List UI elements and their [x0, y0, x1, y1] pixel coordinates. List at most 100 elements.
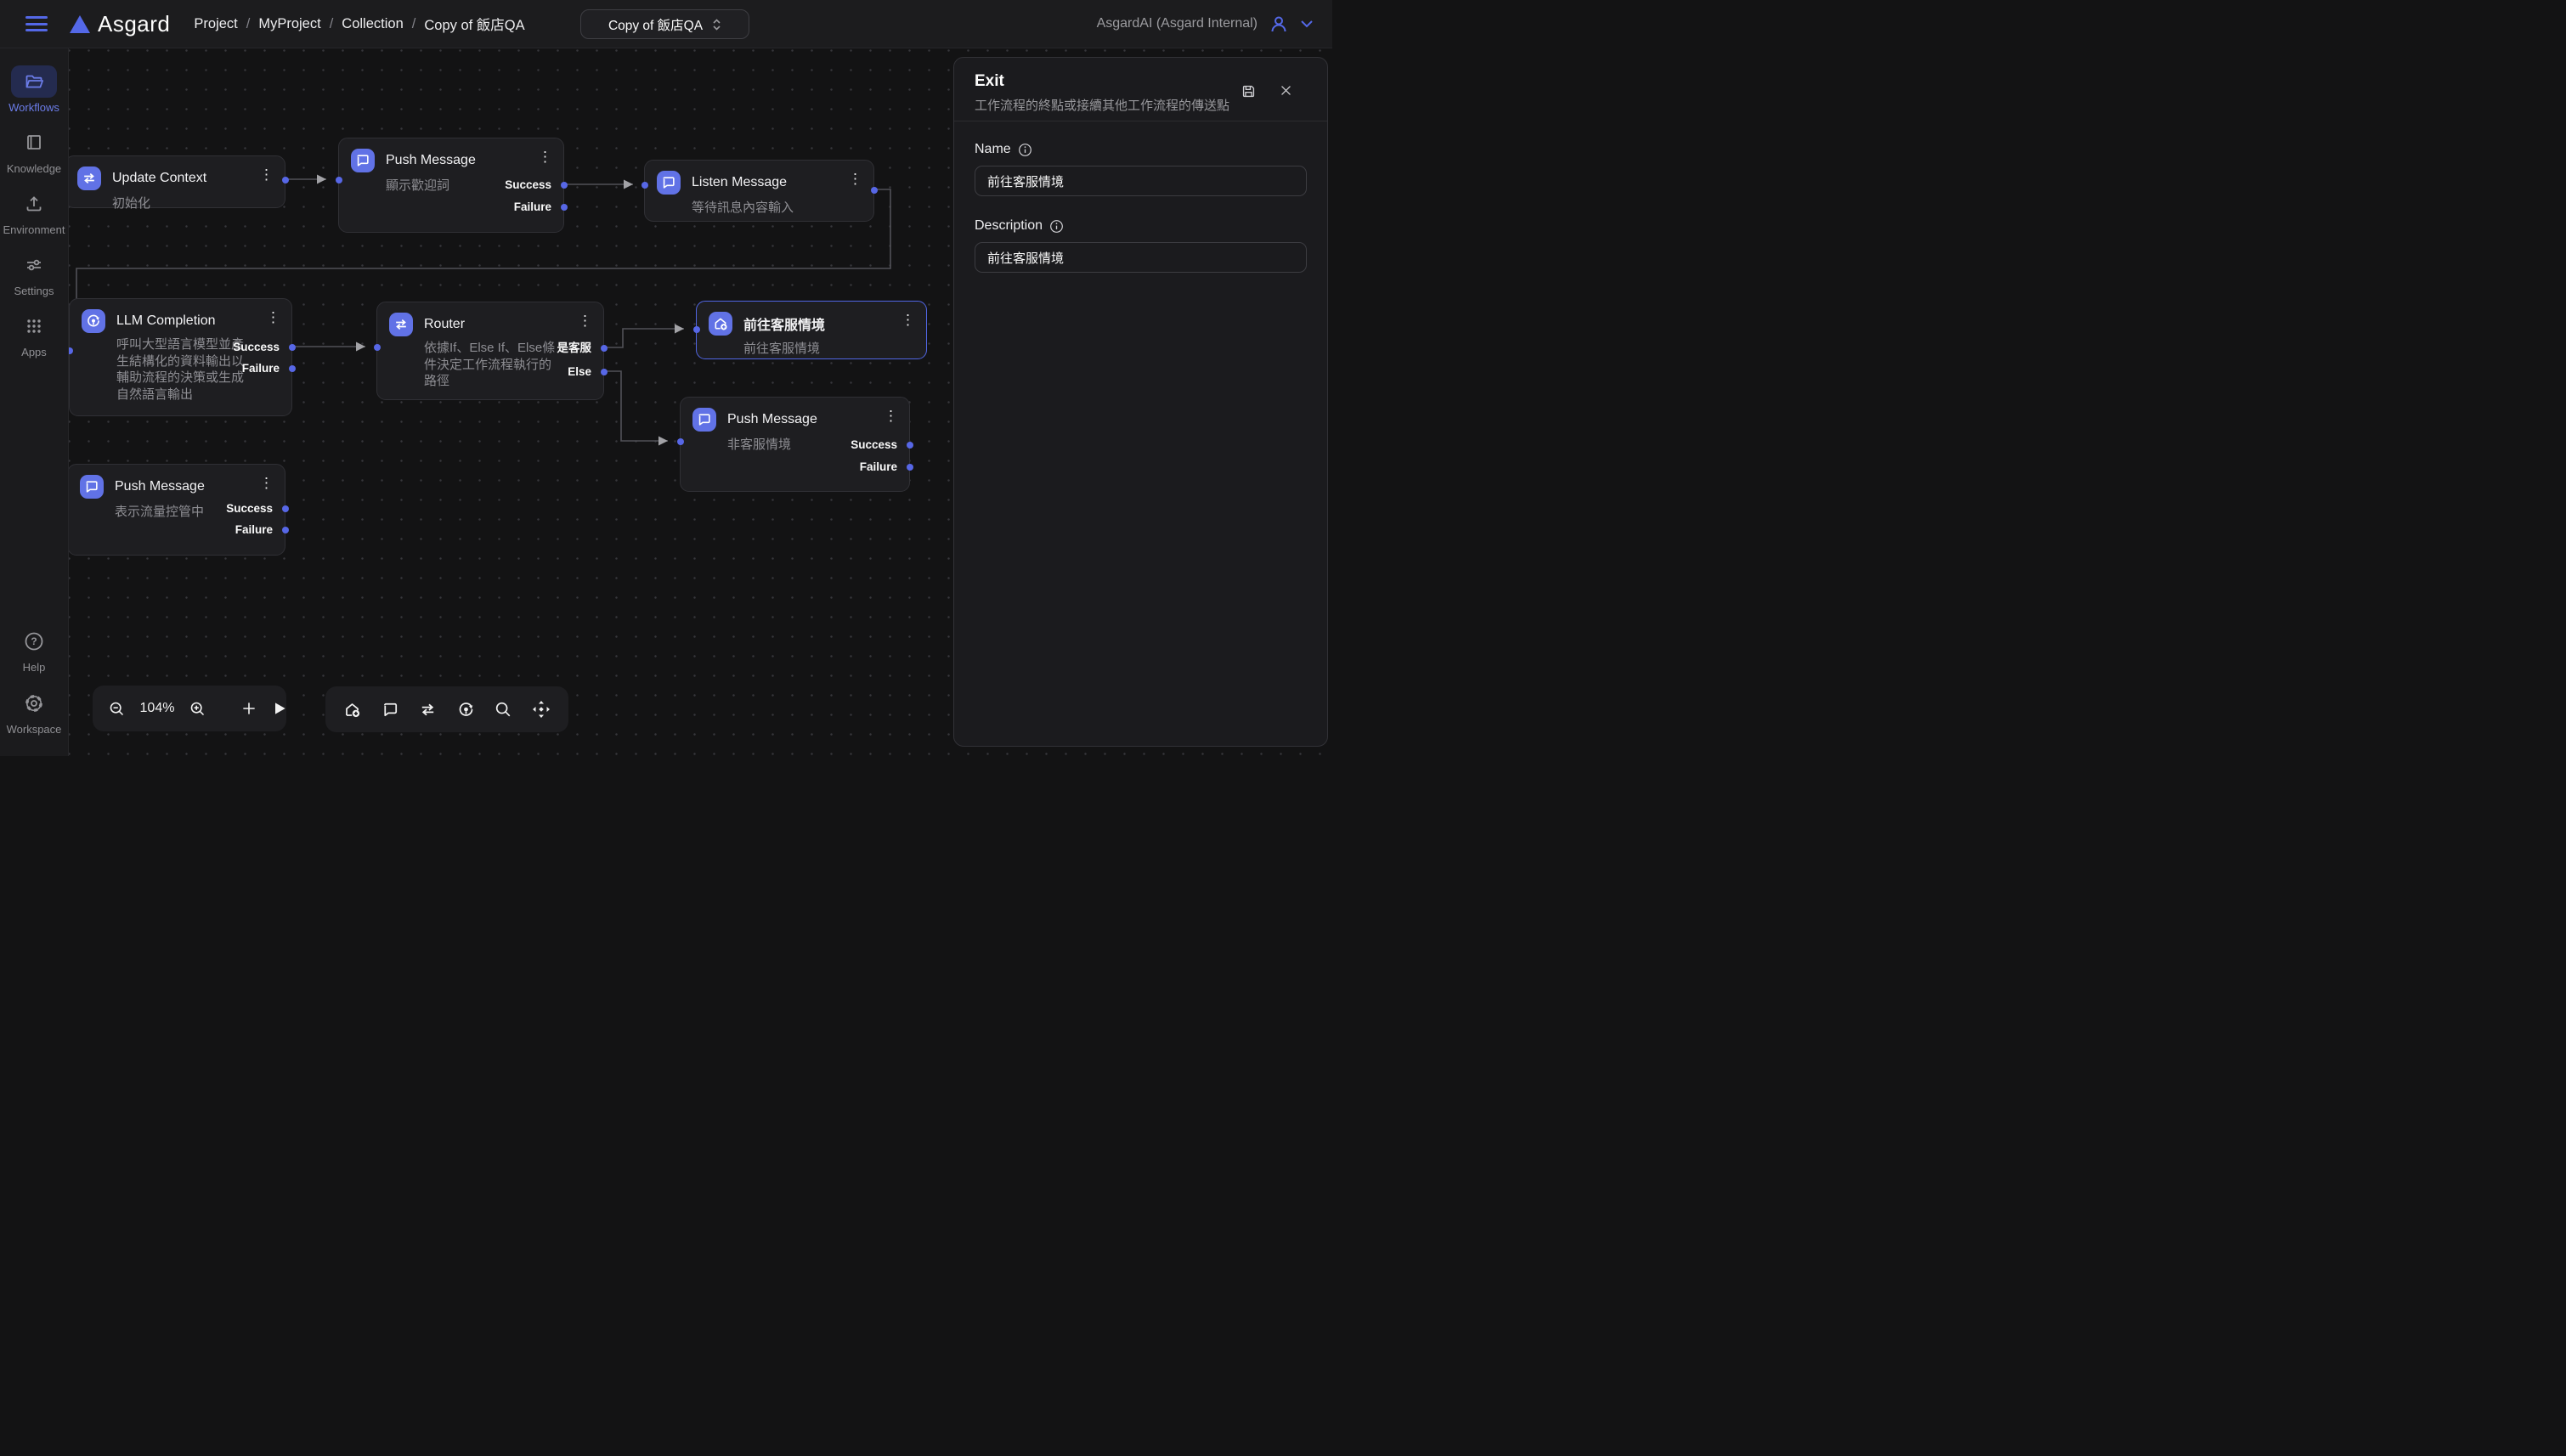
kebab-menu-icon[interactable]: ⋮: [848, 171, 862, 188]
chat-bubble-icon: [692, 408, 716, 432]
sidebar-label: Workflows: [8, 101, 59, 114]
node-title: Push Message: [727, 412, 817, 427]
router-node-tool[interactable]: [418, 700, 438, 720]
message-node-tool[interactable]: [381, 700, 400, 720]
input-port[interactable]: [693, 326, 700, 333]
book-icon: [24, 133, 44, 153]
node-push-message-non-cs[interactable]: Push Message ⋮ 非客服情境 Success Failure: [680, 397, 910, 492]
kebab-menu-icon[interactable]: ⋮: [259, 166, 274, 183]
sidebar-item-settings[interactable]: Settings: [11, 249, 57, 297]
swap-arrows-icon: [77, 166, 101, 190]
node-push-message-throttle[interactable]: Push Message ⋮ 表示流量控管中 Success Failure: [69, 464, 285, 556]
zoom-in-button[interactable]: [189, 700, 206, 718]
input-port[interactable]: [69, 347, 73, 354]
folder-icon: [24, 71, 44, 92]
output-port-failure[interactable]: [282, 527, 289, 533]
kebab-menu-icon[interactable]: ⋮: [901, 312, 915, 329]
node-title: Push Message: [115, 479, 205, 494]
breadcrumb-workflow[interactable]: Copy of 飯店QA: [424, 14, 524, 34]
output-port-success[interactable]: [561, 182, 568, 189]
llm-node-tool[interactable]: [456, 700, 476, 720]
description-input[interactable]: [975, 242, 1307, 273]
output-label-failure: Failure: [860, 460, 897, 475]
kebab-menu-icon[interactable]: ⋮: [578, 313, 592, 330]
close-icon[interactable]: [1279, 83, 1293, 99]
breadcrumb-separator: /: [321, 16, 342, 32]
kebab-menu-icon[interactable]: ⋮: [884, 408, 898, 425]
node-description: 呼叫大型語言模型並產生結構化的資料輸出以輔助流程的決策或生成自然語言輸出: [116, 336, 249, 403]
chevron-down-icon[interactable]: [1300, 20, 1314, 28]
breadcrumb-separator: /: [404, 16, 425, 32]
output-label-success: Success: [505, 178, 551, 193]
output-label-failure: Failure: [242, 361, 280, 376]
breadcrumb-collection[interactable]: Collection: [342, 16, 403, 32]
menu-icon[interactable]: [25, 16, 48, 31]
home-plus-icon: [709, 312, 732, 336]
output-port-else[interactable]: [601, 369, 608, 375]
run-workflow-button[interactable]: [271, 700, 288, 717]
kebab-menu-icon[interactable]: ⋮: [538, 149, 552, 166]
gear-icon: [23, 692, 45, 714]
workflow-selector-dropdown[interactable]: Copy of 飯店QA: [580, 9, 749, 39]
search-tool[interactable]: [494, 700, 512, 719]
node-subtitle: 前往客服情境: [743, 339, 914, 357]
info-icon[interactable]: [1018, 143, 1032, 157]
node-llm-completion[interactable]: LLM Completion ⋮ 呼叫大型語言模型並產生結構化的資料輸出以輔助流…: [69, 298, 292, 416]
node-update-context[interactable]: Update Context ⋮ 初始化: [69, 155, 285, 208]
zoom-out-button[interactable]: [108, 700, 126, 718]
node-subtitle: 初始化: [112, 194, 273, 212]
output-port-success[interactable]: [289, 344, 296, 351]
panel-header: Exit 工作流程的終點或接續其他工作流程的傳送點: [954, 58, 1327, 121]
breadcrumb-project[interactable]: Project: [194, 16, 237, 32]
output-port-failure[interactable]: [561, 204, 568, 211]
input-port[interactable]: [374, 344, 381, 351]
breadcrumb-myproject[interactable]: MyProject: [258, 16, 320, 32]
kebab-menu-icon[interactable]: ⋮: [266, 309, 280, 326]
account-label: AsgardAI (Asgard Internal): [1097, 16, 1258, 31]
sidebar-item-help[interactable]: ? Help: [11, 625, 57, 674]
sidebar-item-workflows[interactable]: Workflows: [8, 65, 59, 114]
output-port[interactable]: [282, 177, 289, 183]
edge-router-pushmessage: [606, 371, 668, 441]
node-description: 依據If、Else If、Else條件決定工作流程執行的路徑: [424, 340, 557, 390]
sidebar-label: Help: [23, 661, 46, 674]
name-input[interactable]: [975, 166, 1307, 196]
node-exit-customer-service[interactable]: 前往客服情境 ⋮ 前往客服情境: [696, 301, 927, 359]
add-node-button[interactable]: [240, 700, 257, 717]
workflow-selector-value: Copy of 飯店QA: [608, 15, 703, 34]
chat-bubble-icon: [657, 171, 681, 195]
output-port-failure[interactable]: [907, 464, 913, 471]
sidebar-label: Knowledge: [7, 162, 61, 175]
panel-body: Name Description: [954, 121, 1327, 273]
input-port[interactable]: [336, 177, 342, 183]
output-label-success: Success: [233, 340, 280, 355]
input-port[interactable]: [642, 182, 648, 189]
sidebar-item-apps[interactable]: Apps: [11, 310, 57, 358]
sidebar-item-environment[interactable]: Environment: [3, 188, 65, 236]
sidebar-item-workspace[interactable]: Workspace: [7, 687, 62, 736]
sidebar-item-knowledge[interactable]: Knowledge: [7, 127, 61, 175]
info-icon[interactable]: [1049, 219, 1064, 234]
help-icon: ?: [23, 630, 45, 652]
kebab-menu-icon[interactable]: ⋮: [259, 475, 274, 492]
node-push-message-welcome[interactable]: Push Message ⋮ 顯示歡迎詞 Success Failure: [338, 138, 564, 233]
node-title: Router: [424, 317, 465, 332]
node-title: 前往客服情境: [743, 313, 825, 334]
save-button[interactable]: [1241, 83, 1257, 99]
output-port-iscs[interactable]: [601, 345, 608, 352]
exit-node-tool[interactable]: [342, 700, 362, 720]
output-port-success[interactable]: [282, 505, 289, 512]
node-router[interactable]: Router ⋮ 依據If、Else If、Else條件決定工作流程執行的路徑 …: [376, 302, 604, 400]
asgard-logo-icon: [70, 15, 90, 33]
node-listen-message[interactable]: Listen Message ⋮ 等待訊息內容輸入: [644, 160, 874, 222]
output-label-success: Success: [226, 501, 273, 516]
breadcrumb-separator: /: [238, 16, 259, 32]
output-port-success[interactable]: [907, 442, 913, 449]
zoom-toolbar: 104%: [93, 686, 286, 731]
output-port[interactable]: [871, 187, 878, 194]
output-port-failure[interactable]: [289, 365, 296, 372]
pan-tool[interactable]: [531, 699, 551, 720]
user-icon[interactable]: [1269, 14, 1289, 34]
input-port[interactable]: [677, 438, 684, 445]
account-area: AsgardAI (Asgard Internal): [1097, 14, 1332, 34]
